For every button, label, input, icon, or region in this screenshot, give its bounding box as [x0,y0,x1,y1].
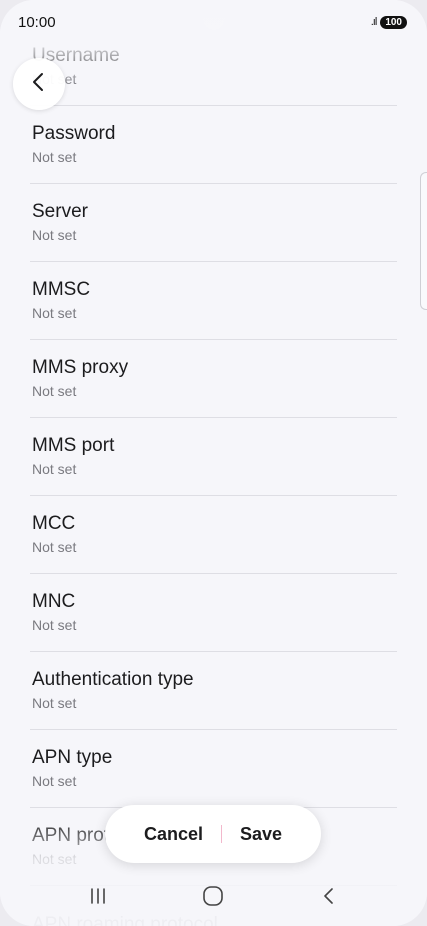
nav-back-button[interactable] [304,878,354,918]
list-item-value: Not set [32,539,77,555]
list-item-value: Not set [32,383,77,399]
list-item-value: Not set [32,695,77,711]
battery-icon: 100 [380,15,407,29]
screen: 10:00 .ıl 100 Username Not set Password … [0,0,427,926]
action-bar: Cancel Save [105,805,321,863]
back-button[interactable] [13,58,65,110]
list-item-value: Not set [32,149,77,165]
list-item-value: Not set [32,461,77,477]
status-bar: 10:00 .ıl 100 [0,0,427,44]
list-item-server[interactable]: Server Not set [30,184,397,262]
list-item-value: Not set [32,305,77,321]
home-button[interactable] [188,878,238,918]
home-icon [202,885,224,912]
recents-button[interactable] [73,878,123,918]
list-item-mcc[interactable]: MCC Not set [30,496,397,574]
list-item-title: Username [32,45,120,66]
status-icons: .ıl 100 [370,15,407,29]
recents-icon [88,886,108,911]
list-item-mms-port[interactable]: MMS port Not set [30,418,397,496]
list-item-value: Not set [32,773,77,789]
list-item-value: Not set [32,227,77,243]
list-item-title: APN type [32,747,113,768]
list-item-mmsc[interactable]: MMSC Not set [30,262,397,340]
status-time: 10:00 [18,13,56,31]
chevron-left-icon [28,71,50,98]
list-item-title: MCC [32,513,76,534]
list-item-title: Password [32,123,116,144]
list-item-password[interactable]: Password Not set [30,106,397,184]
save-button[interactable]: Save [222,824,300,845]
signal-icon: .ıl [370,16,377,28]
cancel-button[interactable]: Cancel [126,824,221,845]
scrollbar-handle[interactable] [420,172,427,310]
list-item-title: MMS port [32,435,115,456]
list-item-value: Not set [32,617,77,633]
list-item-authentication-type[interactable]: Authentication type Not set [30,652,397,730]
list-item-mms-proxy[interactable]: MMS proxy Not set [30,340,397,418]
list-item-title: Authentication type [32,669,194,690]
list-item-mnc[interactable]: MNC Not set [30,574,397,652]
list-item-title: Server [32,201,88,222]
navigation-bar [0,870,427,926]
nav-back-icon [319,886,339,911]
list-item-title: MMS proxy [32,357,129,378]
list-item-apn-type[interactable]: APN type Not set [30,730,397,808]
list-item-value: Not set [32,71,77,87]
apn-settings-list: Username Not set Password Not set Server… [30,28,397,926]
list-item-title: MNC [32,591,76,612]
list-item-title: MMSC [32,279,91,300]
